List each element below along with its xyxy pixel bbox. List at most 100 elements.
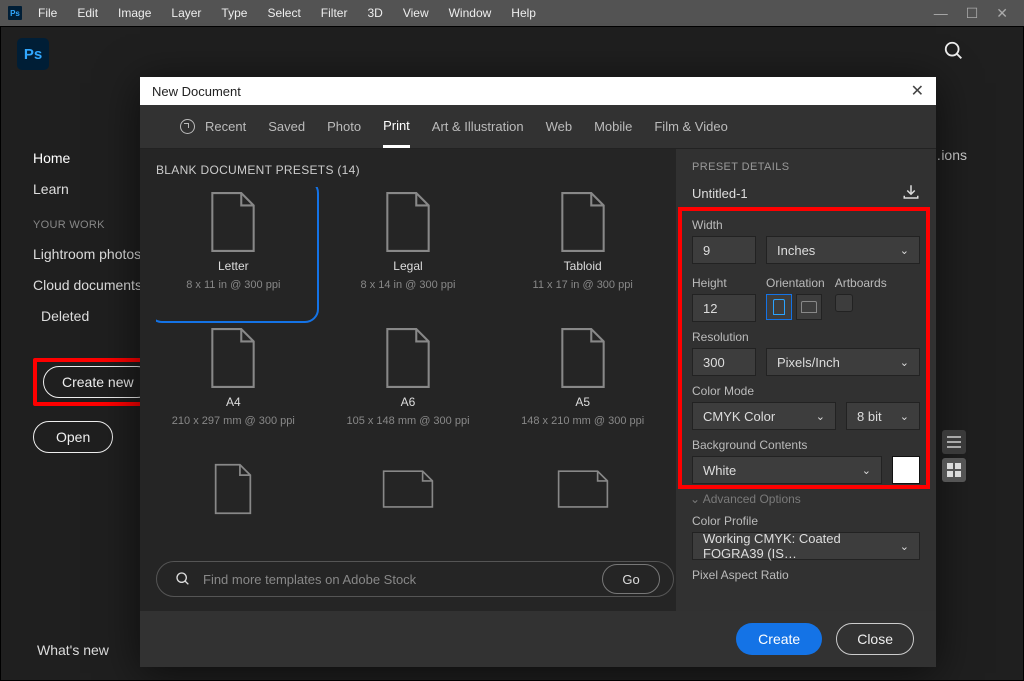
menu-type[interactable]: Type (211, 2, 257, 24)
new-document-dialog: New Document ✕ Recent Saved Photo Print Art … (140, 77, 936, 667)
dialog-title: New Document (152, 84, 241, 99)
open-button[interactable]: Open (33, 421, 113, 453)
preset-subtitle: 8 x 11 in @ 300 ppi (186, 279, 280, 291)
color-profile-label: Color Profile (692, 514, 920, 528)
stock-search-placeholder: Find more templates on Adobe Stock (203, 572, 416, 587)
create-new-button[interactable]: Create new (43, 366, 153, 398)
preset-legal[interactable]: Legal 8 x 14 in @ 300 ppi (335, 191, 482, 311)
document-icon (557, 327, 609, 389)
menu-help[interactable]: Help (501, 2, 546, 24)
height-input[interactable]: 12 (692, 294, 756, 322)
menu-edit[interactable]: Edit (67, 2, 108, 24)
minimize-icon[interactable]: — (934, 5, 948, 22)
width-input[interactable]: 9 (692, 236, 756, 264)
bit-depth-select[interactable]: 8 bit⌄ (846, 402, 920, 430)
go-button[interactable]: Go (602, 564, 660, 594)
preset-tabloid[interactable]: Tabloid 11 x 17 in @ 300 ppi (509, 191, 656, 311)
preset-name: A5 (575, 395, 590, 409)
resolution-unit-select[interactable]: Pixels/Inch⌄ (766, 348, 920, 376)
preset-letter[interactable]: Letter 8 x 11 in @ 300 ppi (160, 191, 307, 311)
preset-name: Letter (218, 259, 249, 273)
grid-view-icon[interactable] (942, 458, 966, 482)
tab-photo[interactable]: Photo (327, 105, 361, 148)
width-unit-select[interactable]: Inches⌄ (766, 236, 920, 264)
height-label: Height (692, 276, 756, 290)
preset-name-field[interactable]: Untitled-1 (692, 186, 748, 201)
document-icon (382, 191, 434, 253)
document-icon (557, 463, 609, 515)
color-mode-select[interactable]: CMYK Color⌄ (692, 402, 836, 430)
maximize-icon[interactable]: ☐ (966, 5, 979, 22)
dialog-titlebar: New Document ✕ (140, 77, 936, 105)
tab-recent[interactable]: Recent (180, 105, 246, 148)
category-tabs: Recent Saved Photo Print Art & Illustration W… (140, 105, 936, 149)
advanced-options-toggle[interactable]: ⌄ Advanced Options (690, 492, 920, 506)
list-view-icon[interactable] (942, 430, 966, 454)
preset-subtitle: 11 x 17 in @ 300 ppi (533, 279, 633, 291)
menu-3d[interactable]: 3D (357, 2, 392, 24)
close-button[interactable]: Close (836, 623, 914, 655)
preset-name: A6 (401, 395, 416, 409)
presets-header: BLANK DOCUMENT PRESETS (14) (156, 163, 660, 177)
color-mode-label: Color Mode (692, 384, 920, 398)
preset-subtitle: 105 x 148 mm @ 300 ppi (346, 415, 469, 427)
close-window-icon[interactable]: ✕ (996, 5, 1008, 22)
resolution-input[interactable]: 300 (692, 348, 756, 376)
resolution-label: Resolution (692, 330, 920, 344)
tab-print[interactable]: Print (383, 105, 410, 148)
presets-panel: BLANK DOCUMENT PRESETS (14) Letter 8 x 1… (140, 149, 676, 611)
tab-art-illustration[interactable]: Art & Illustration (432, 105, 524, 148)
tab-film-video[interactable]: Film & Video (654, 105, 727, 148)
save-preset-icon[interactable] (902, 183, 920, 204)
preset-name: Legal (393, 259, 422, 273)
bg-color-swatch[interactable] (892, 456, 920, 484)
orientation-portrait-button[interactable] (766, 294, 792, 320)
menu-filter[interactable]: Filter (311, 2, 358, 24)
dialog-footer: Create Close (140, 611, 936, 667)
tab-mobile[interactable]: Mobile (594, 105, 632, 148)
document-icon (207, 463, 259, 515)
preset-item-6[interactable] (160, 463, 307, 547)
document-icon (382, 463, 434, 515)
create-button[interactable]: Create (736, 623, 822, 655)
preset-item-8[interactable] (509, 463, 656, 547)
menu-file[interactable]: File (28, 2, 67, 24)
menu-layer[interactable]: Layer (161, 2, 211, 24)
document-icon (207, 327, 259, 389)
orientation-landscape-button[interactable] (796, 294, 822, 320)
preset-name: A4 (226, 395, 241, 409)
preset-subtitle: 148 x 210 mm @ 300 ppi (521, 415, 644, 427)
close-icon[interactable]: ✕ (911, 81, 924, 101)
tab-saved[interactable]: Saved (268, 105, 305, 148)
preset-name: Tabloid (564, 259, 602, 273)
document-icon (557, 191, 609, 253)
orientation-label: Orientation (766, 276, 825, 290)
preset-details-panel: PRESET DETAILS Untitled-1 Width 9 Inches… (676, 149, 936, 611)
artboards-checkbox[interactable] (835, 294, 853, 312)
width-label: Width (692, 218, 920, 232)
preset-a4[interactable]: A4 210 x 297 mm @ 300 ppi (160, 327, 307, 447)
color-profile-select[interactable]: Working CMYK: Coated FOGRA39 (IS…⌄ (692, 532, 920, 560)
menu-view[interactable]: View (393, 2, 439, 24)
preset-subtitle: 210 x 297 mm @ 300 ppi (172, 415, 295, 427)
menu-window[interactable]: Window (439, 2, 502, 24)
menu-bar: Ps FileEditImageLayerTypeSelectFilter3DV… (0, 0, 1024, 26)
preset-subtitle: 8 x 14 in @ 300 ppi (361, 279, 456, 291)
stock-search-input[interactable]: Find more templates on Adobe Stock (156, 561, 674, 597)
search-icon[interactable] (943, 40, 965, 68)
menu-select[interactable]: Select (257, 2, 310, 24)
preset-a5[interactable]: A5 148 x 210 mm @ 300 ppi (509, 327, 656, 447)
app-menu-icon[interactable]: Ps (8, 6, 22, 20)
preset-item-7[interactable] (335, 463, 482, 547)
preset-details-header: PRESET DETAILS (692, 161, 920, 173)
bg-contents-label: Background Contents (692, 438, 920, 452)
artboards-label: Artboards (835, 276, 887, 290)
tab-web[interactable]: Web (546, 105, 573, 148)
document-icon (207, 191, 259, 253)
preset-a6[interactable]: A6 105 x 148 mm @ 300 ppi (335, 327, 482, 447)
whats-new-link[interactable]: What's new (37, 642, 109, 658)
pixel-aspect-label: Pixel Aspect Ratio (692, 568, 920, 582)
menu-image[interactable]: Image (108, 2, 161, 24)
document-icon (382, 327, 434, 389)
bg-contents-select[interactable]: White⌄ (692, 456, 882, 484)
